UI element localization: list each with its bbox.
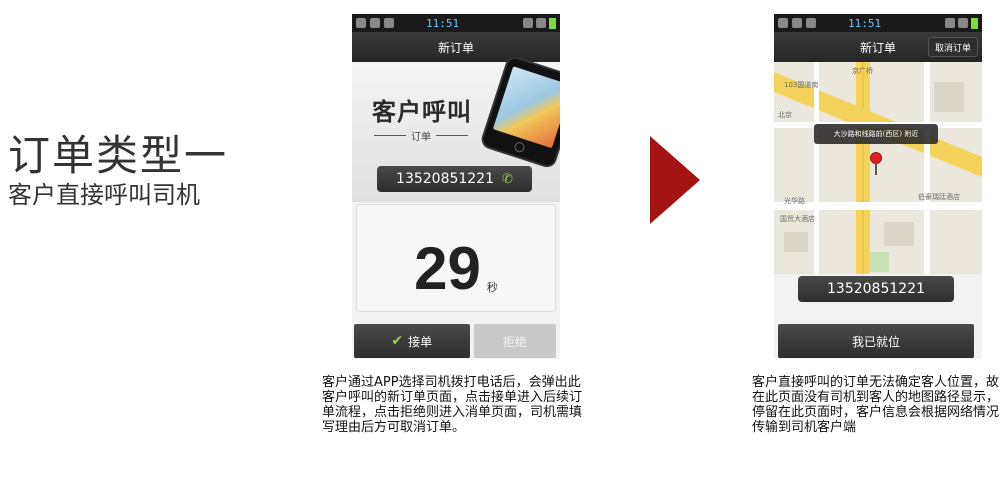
app-icon <box>806 18 816 28</box>
phone-screen-waiting: 11:51 新订单 取消订单 京广桥 103国道南 北京 光华路 国贸大酒店 伯… <box>774 14 982 359</box>
usb-icon <box>370 18 380 28</box>
location-pin-stem <box>875 163 877 175</box>
notification-icon <box>356 18 366 28</box>
divider <box>436 135 468 136</box>
reject-label: 拒绝 <box>502 334 527 349</box>
countdown-unit: 秒 <box>486 281 498 294</box>
phone-number-text: 13520851221 <box>827 281 925 297</box>
signal-icon <box>536 18 546 28</box>
page-title: 订单类型一 <box>8 131 229 180</box>
status-time: 11:51 <box>848 16 882 30</box>
location-tooltip: 大沙路和线路前(西区) 附近 <box>814 124 938 144</box>
next-arrow-icon <box>650 136 700 224</box>
usb-icon <box>792 18 802 28</box>
location-map[interactable]: 京广桥 103国道南 北京 光华路 国贸大酒店 伯豪瑞廷酒店 大沙路和线路前(西… <box>774 62 982 274</box>
phone-illustration-screen <box>492 66 560 149</box>
ready-label: 我已就位 <box>851 334 900 349</box>
map-label: 光华路 <box>784 197 805 205</box>
customer-phone-number[interactable]: 13520851221 ✆ <box>377 166 532 192</box>
notification-icon <box>778 18 788 28</box>
screen-title: 新订单 <box>859 40 896 55</box>
map-label: 京广桥 <box>852 67 873 75</box>
customer-phone-number[interactable]: 13520851221 <box>798 276 954 302</box>
battery-icon <box>549 17 556 29</box>
status-bar: 11:51 <box>352 14 560 32</box>
banner-subtitle: 订单 <box>374 128 468 143</box>
accept-label: 接单 <box>408 334 433 349</box>
screen-title-bar: 新订单 取消订单 <box>774 32 982 62</box>
order-action-row: ✔ 接单 拒绝 <box>354 324 556 358</box>
page-subtitle: 客户直接呼叫司机 <box>8 181 200 209</box>
phone-number-text: 13520851221 <box>396 171 495 187</box>
phone-illustration <box>479 54 560 170</box>
home-button-icon <box>513 140 526 154</box>
banner-title: 客户呼叫 <box>372 98 472 126</box>
status-bar: 11:51 <box>774 14 982 32</box>
wifi-icon <box>945 18 955 28</box>
app-icon <box>384 18 394 28</box>
map-roads <box>774 62 982 274</box>
check-icon: ✔ <box>391 333 404 349</box>
map-label: 北京 <box>778 111 792 119</box>
accept-order-button[interactable]: ✔ 接单 <box>354 324 470 358</box>
countdown-timer: 29 秒 <box>356 204 556 312</box>
banner-subtitle-text: 订单 <box>411 132 431 143</box>
battery-icon <box>971 17 978 29</box>
status-time: 11:51 <box>426 16 460 30</box>
map-label: 103国道南 <box>784 81 819 89</box>
phone-screen-new-order: 11:51 新订单 客户呼叫 订单 13520851221 ✆ 29 秒 <box>352 14 560 359</box>
map-label: 伯豪瑞廷酒店 <box>918 193 960 201</box>
map-label: 国贸大酒店 <box>780 215 815 223</box>
countdown-value: 29 <box>414 235 481 302</box>
phone-handset-icon: ✆ <box>502 171 513 187</box>
cancel-order-button[interactable]: 取消订单 <box>927 37 978 57</box>
title-block: 订单类型一 客户直接呼叫司机 <box>8 132 228 210</box>
status-right <box>945 17 978 29</box>
description-right: 客户直接呼叫的订单无法确定客人位置，故在此页面没有司机到客人的地图路径显示，停留… <box>752 375 1000 435</box>
wifi-icon <box>523 18 533 28</box>
screen-title-bar: 新订单 <box>352 32 560 62</box>
divider <box>374 135 406 136</box>
signal-icon <box>958 18 968 28</box>
description-left: 客户通过APP选择司机拨打电话后，会弹出此客户呼叫的新订单页面，点击接单进入后续… <box>322 375 583 435</box>
screen-title: 新订单 <box>437 40 474 55</box>
status-right <box>523 17 556 29</box>
ready-button[interactable]: 我已就位 <box>778 324 974 358</box>
reject-order-button[interactable]: 拒绝 <box>473 324 556 358</box>
